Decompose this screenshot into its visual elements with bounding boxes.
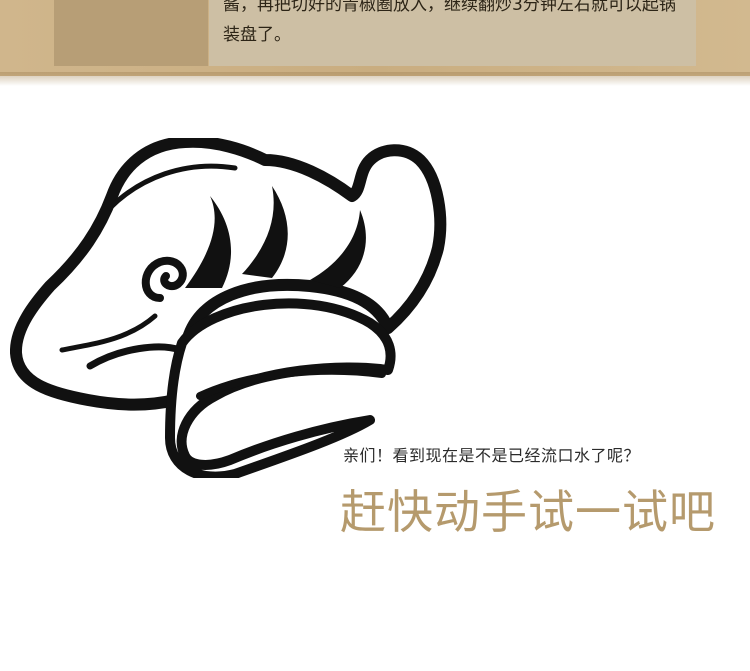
recipe-step-band: 酱，再把切好的青椒圈放入，继续翻炒3分钟左右就可以起锅装盘了。	[0, 0, 750, 86]
band-shadow	[0, 72, 750, 86]
promo-headline: 赶快动手试一试吧	[340, 485, 716, 539]
step-text-panel: 酱，再把切好的青椒圈放入，继续翻炒3分钟左右就可以起锅装盘了。	[209, 0, 696, 66]
step-thumbnail	[54, 0, 208, 66]
chef-hat-icon	[10, 138, 447, 478]
promo-subtitle: 亲们！看到现在是不是已经流口水了呢？	[343, 446, 641, 465]
step-description: 酱，再把切好的青椒圈放入，继续翻炒3分钟左右就可以起锅装盘了。	[223, 0, 676, 45]
